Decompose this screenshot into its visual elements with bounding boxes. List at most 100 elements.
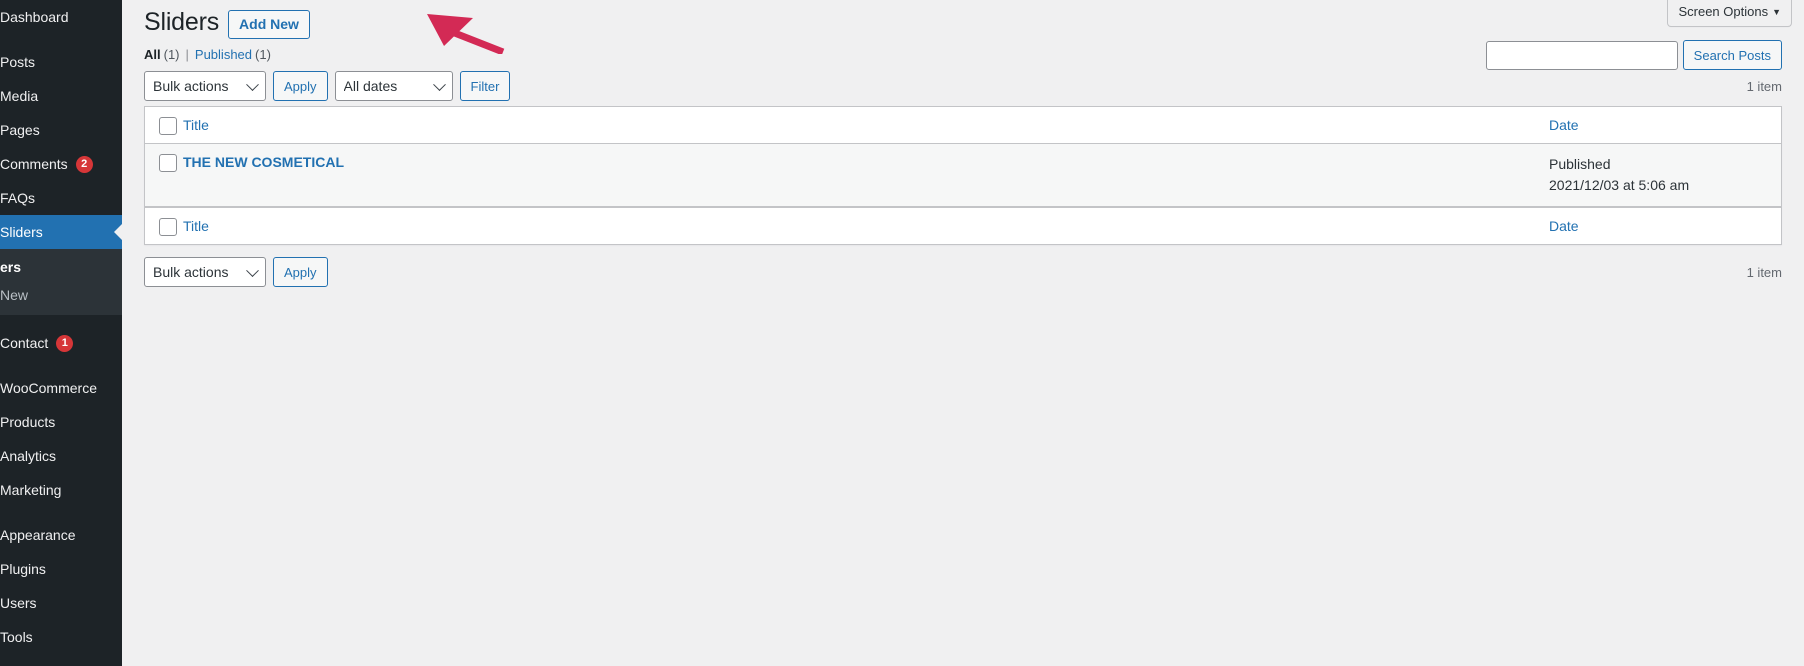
sidebar-bottom-items: Contact 1 WooCommerce Products Analytics Mark…	[0, 315, 122, 666]
column-header-date[interactable]: Date	[1549, 107, 1781, 144]
sidebar-item-marketing[interactable]: Marketing	[0, 473, 122, 507]
select-all-header	[145, 107, 183, 144]
sidebar-item-dashboard[interactable]: Dashboard	[0, 0, 122, 34]
search-box: Search Posts	[1486, 40, 1782, 70]
select-all-checkbox-top[interactable]	[159, 117, 177, 135]
sidebar-item-label: Posts	[0, 53, 35, 71]
view-all-link[interactable]: All	[144, 47, 161, 62]
bulk-actions-select-bottom-wrap: Bulk actionsEditMove to Trash	[144, 257, 266, 287]
select-all-footer	[145, 207, 183, 244]
admin-content-body: Screen Options▼ Sliders Add New All (1) …	[122, 0, 1804, 666]
filter-button[interactable]: Filter	[460, 71, 511, 101]
sidebar-item-badge: 2	[76, 156, 93, 173]
sidebar-item-label: WooCommerce	[0, 379, 97, 397]
sidebar-top-items: Dashboard Posts Media Pages Comments 2 FAQs Sli…	[0, 0, 122, 249]
row-select-cell	[145, 144, 183, 207]
sidebar-item-products[interactable]: Products	[0, 405, 122, 439]
sidebar-item-label: Dashboard	[0, 8, 69, 26]
tablenav-bottom: Bulk actionsEditMove to Trash Apply 1 it…	[144, 254, 1782, 290]
sidebar-item-users[interactable]: Users	[0, 586, 122, 620]
sidebar-item-analytics[interactable]: Analytics	[0, 439, 122, 473]
column-header-title[interactable]: Title	[183, 107, 1549, 144]
sidebar-item-posts[interactable]: Posts	[0, 45, 122, 79]
views-divider: |	[180, 47, 195, 62]
table-row: THE NEW COSMETICAL Published 2021/12/03 at…	[145, 144, 1781, 207]
sidebar-item-faqs[interactable]: FAQs	[0, 181, 122, 215]
search-input[interactable]	[1486, 41, 1678, 70]
row-date-cell: Published 2021/12/03 at 5:06 am	[1549, 144, 1781, 207]
row-title-cell: THE NEW COSMETICAL	[183, 144, 1549, 207]
row-select-checkbox[interactable]	[159, 154, 177, 172]
current-menu-arrow-icon	[114, 223, 122, 241]
sidebar-item-label: Tools	[0, 628, 33, 646]
row-title-link[interactable]: THE NEW COSMETICAL	[183, 154, 344, 170]
posts-list-table: Title Date THE NEW COSMETICAL Published 20…	[144, 106, 1782, 245]
column-footer-title[interactable]: Title	[183, 207, 1549, 244]
table-header-row: Title Date	[145, 107, 1781, 144]
table-foot: Title Date	[145, 207, 1781, 244]
sidebar-submenu-sliders: ersNew	[0, 249, 122, 315]
sidebar-item-label: Contact	[0, 334, 48, 352]
sidebar-item-label: Sliders	[0, 223, 43, 241]
sidebar-item-label: Comments	[0, 155, 68, 173]
sidebar-item-media[interactable]: Media	[0, 79, 122, 113]
tablenav-top: Bulk actionsEditMove to Trash Apply All …	[144, 68, 1782, 104]
sidebar-item-label: Appearance	[0, 526, 76, 544]
bulk-actions-select-bottom[interactable]: Bulk actionsEditMove to Trash	[144, 257, 266, 287]
sidebar-item-label: Marketing	[0, 481, 61, 499]
sidebar-item-label: Plugins	[0, 560, 46, 578]
admin-sidebar-menu: Dashboard Posts Media Pages Comments 2 FAQs Sli…	[0, 0, 122, 666]
select-all-checkbox-bottom[interactable]	[159, 218, 177, 236]
view-published: Published (1)	[195, 47, 271, 62]
sidebar-item-pages[interactable]: Pages	[0, 113, 122, 147]
table-head: Title Date	[145, 107, 1781, 144]
sidebar-item-label: Settings	[0, 662, 51, 666]
displaying-num-bottom: 1 item	[1747, 265, 1782, 280]
table-body: THE NEW COSMETICAL Published 2021/12/03 at…	[145, 144, 1781, 207]
sidebar-item-comments[interactable]: Comments 2	[0, 147, 122, 181]
page-title: Sliders	[144, 6, 219, 39]
sidebar-item-label: Pages	[0, 121, 40, 139]
sidebar-separator	[0, 315, 122, 326]
sidebar-separator	[0, 507, 122, 518]
sidebar-submenu-item-all-sliders[interactable]: ers	[0, 253, 122, 281]
bulk-actions-select-top[interactable]: Bulk actionsEditMove to Trash	[144, 71, 266, 101]
bulk-actions-select-top-wrap: Bulk actionsEditMove to Trash	[144, 71, 266, 101]
sidebar-item-tools[interactable]: Tools	[0, 620, 122, 654]
sidebar-item-settings[interactable]: Settings	[0, 654, 122, 666]
date-filter-select[interactable]: All datesDecember 2021	[335, 71, 453, 101]
view-published-link[interactable]: Published	[195, 47, 252, 62]
sidebar-item-badge: 1	[56, 335, 73, 352]
sidebar-item-label: Analytics	[0, 447, 56, 465]
sidebar-item-plugins[interactable]: Plugins	[0, 552, 122, 586]
displaying-num-top: 1 item	[1747, 79, 1782, 94]
view-published-count: (1)	[255, 47, 271, 62]
bulk-apply-button-bottom[interactable]: Apply	[273, 257, 328, 287]
sidebar-item-contact[interactable]: Contact 1	[0, 326, 122, 360]
sidebar-item-appearance[interactable]: Appearance	[0, 518, 122, 552]
tablenav-top-actions: Bulk actionsEditMove to Trash Apply All …	[144, 71, 510, 101]
sidebar-item-sliders[interactable]: Sliders	[0, 215, 122, 249]
sidebar-item-label: Products	[0, 413, 55, 431]
sidebar-item-label: Media	[0, 87, 38, 105]
page-wrap: Sliders Add New All (1) | Published (1) …	[122, 0, 1804, 290]
date-filter-select-wrap: All datesDecember 2021	[335, 71, 453, 101]
row-post-date: 2021/12/03 at 5:06 am	[1549, 177, 1689, 193]
views-divider-glyph: |	[186, 47, 189, 62]
row-post-state: Published	[1549, 154, 1767, 175]
sidebar-item-label: FAQs	[0, 189, 35, 207]
column-footer-date[interactable]: Date	[1549, 207, 1781, 244]
wordpress-admin-screen: Dashboard Posts Media Pages Comments 2 FAQs Sli…	[0, 0, 1804, 666]
tablenav-bottom-actions: Bulk actionsEditMove to Trash Apply	[144, 257, 328, 287]
sidebar-item-woocommerce[interactable]: WooCommerce	[0, 371, 122, 405]
search-posts-button[interactable]: Search Posts	[1683, 40, 1782, 70]
add-new-button[interactable]: Add New	[228, 10, 310, 39]
sidebar-separator	[0, 360, 122, 371]
bulk-apply-button-top[interactable]: Apply	[273, 71, 328, 101]
sidebar-item-label: Users	[0, 594, 37, 612]
table-footer-row: Title Date	[145, 207, 1781, 244]
sidebar-submenu-item-add-new-slider[interactable]: New	[0, 281, 122, 309]
sidebar-separator	[0, 34, 122, 45]
view-all-count: (1)	[164, 47, 180, 62]
page-header-row: Sliders Add New	[144, 0, 1782, 36]
